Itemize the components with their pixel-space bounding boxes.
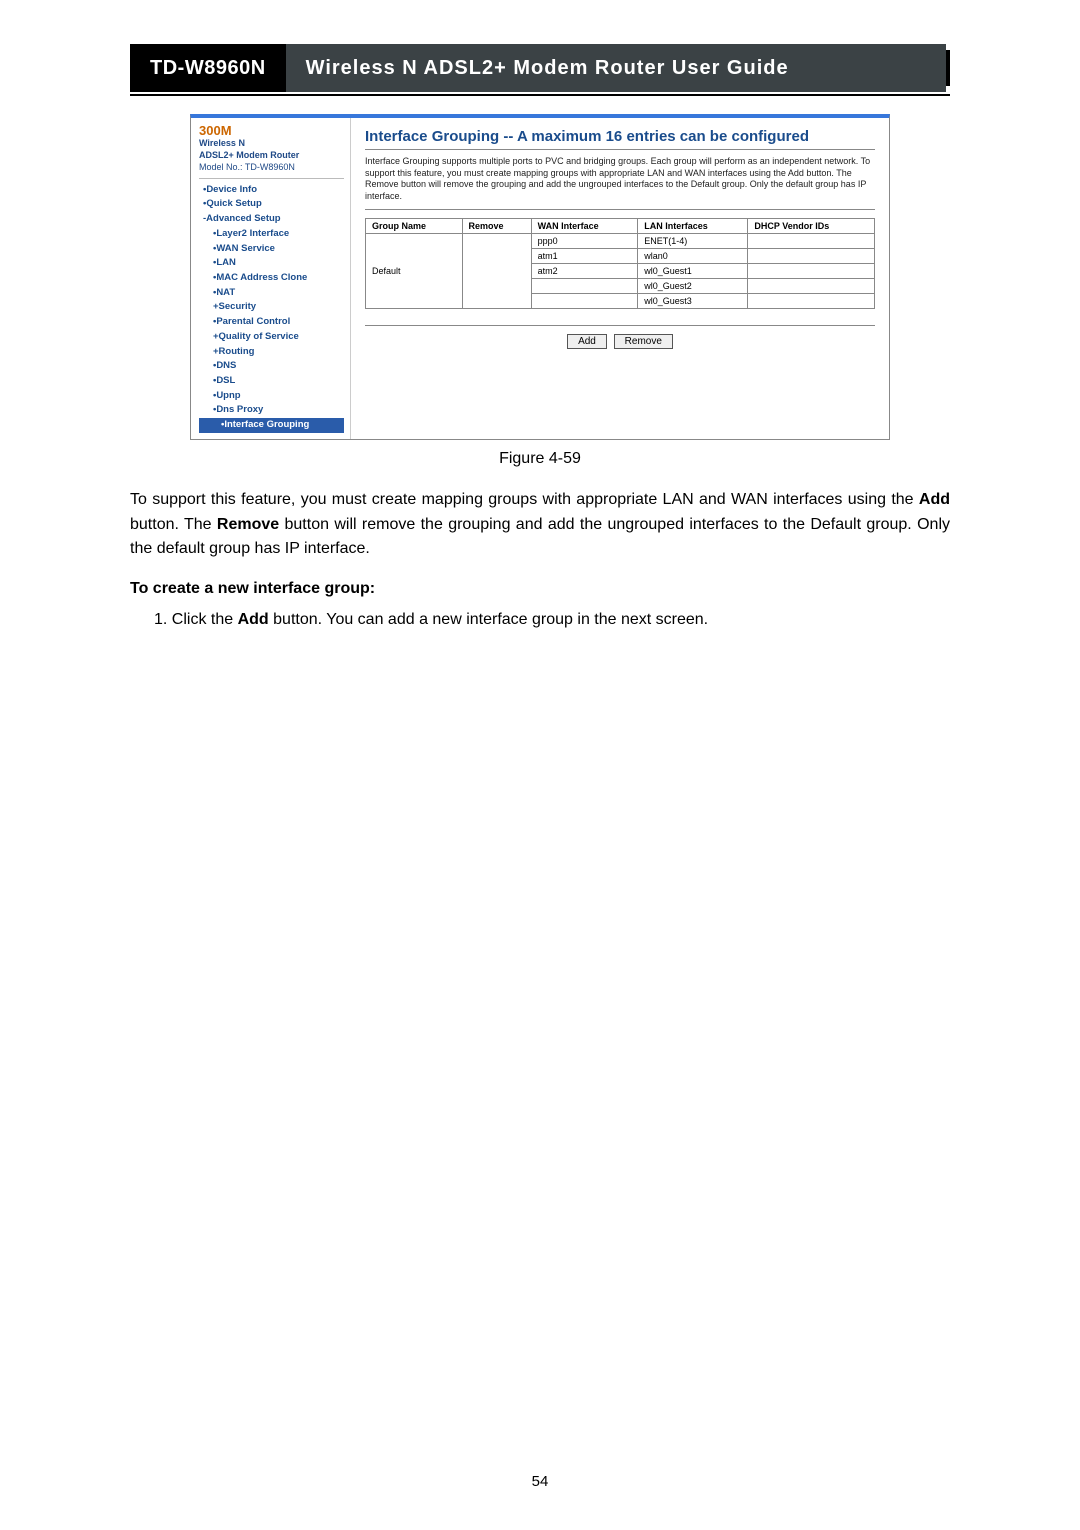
brand-model: Model No.: TD-W8960N <box>199 162 344 179</box>
brand-line2: Wireless N <box>199 138 344 150</box>
sidebar-item[interactable]: -Advanced Setup <box>199 212 344 227</box>
sidebar-item[interactable]: +Routing <box>199 345 344 360</box>
p1-remove-bold: Remove <box>217 516 279 533</box>
table-header: WAN Interface <box>531 218 638 233</box>
interface-group-table: Group NameRemoveWAN InterfaceLAN Interfa… <box>365 218 875 309</box>
figure-intro-text: Interface Grouping supports multiple por… <box>365 156 875 210</box>
sidebar-item[interactable]: •NAT <box>199 286 344 301</box>
router-content: Interface Grouping -- A maximum 16 entri… <box>351 118 889 439</box>
cell-dhcp <box>748 233 875 248</box>
add-button[interactable]: Add <box>567 334 607 349</box>
header-divider <box>130 94 950 96</box>
cell-wan <box>531 293 638 308</box>
step1-b: button. You can add a new interface grou… <box>269 611 708 628</box>
cell-lan: wl0_Guest2 <box>638 278 748 293</box>
brand-300m: 300M <box>199 124 344 138</box>
sidebar-item[interactable]: •Parental Control <box>199 315 344 330</box>
cell-lan: wl0_Guest3 <box>638 293 748 308</box>
sidebar-item[interactable]: •Interface Grouping <box>199 418 344 433</box>
sidebar-nav: •Device Info•Quick Setup-Advanced Setup•… <box>199 183 344 433</box>
sidebar-item[interactable]: •DSL <box>199 374 344 389</box>
cell-wan: atm1 <box>531 248 638 263</box>
cell-dhcp <box>748 293 875 308</box>
sidebar-item[interactable]: •Layer2 Interface <box>199 227 344 242</box>
cell-group-name: Default <box>366 233 463 308</box>
cell-lan: wlan0 <box>638 248 748 263</box>
sidebar-item[interactable]: •Upnp <box>199 389 344 404</box>
sidebar-item[interactable]: •Quick Setup <box>199 197 344 212</box>
sidebar-item[interactable]: •Dns Proxy <box>199 403 344 418</box>
p1-text-a: To support this feature, you must create… <box>130 491 919 508</box>
cell-lan: wl0_Guest1 <box>638 263 748 278</box>
p1-text-b: button. The <box>130 516 217 533</box>
doc-header: TD-W8960N Wireless N ADSL2+ Modem Router… <box>130 50 950 86</box>
table-header: DHCP Vendor IDs <box>748 218 875 233</box>
header-model: TD-W8960N <box>130 44 286 92</box>
figure-caption: Figure 4-59 <box>130 450 950 468</box>
sidebar-item[interactable]: +Quality of Service <box>199 330 344 345</box>
remove-button[interactable]: Remove <box>614 334 673 349</box>
step-1: 1. Click the Add button. You can add a n… <box>154 608 950 633</box>
brand-line3: ADSL2+ Modem Router <box>199 150 344 162</box>
sidebar-item[interactable]: •Device Info <box>199 183 344 198</box>
body-paragraph: To support this feature, you must create… <box>130 488 950 562</box>
cell-wan: ppp0 <box>531 233 638 248</box>
cell-lan: ENET(1-4) <box>638 233 748 248</box>
cell-dhcp <box>748 278 875 293</box>
cell-remove <box>462 233 531 308</box>
cell-wan <box>531 278 638 293</box>
router-sidebar: 300M Wireless N ADSL2+ Modem Router Mode… <box>191 118 351 439</box>
p1-add-bold: Add <box>919 491 950 508</box>
table-header: Group Name <box>366 218 463 233</box>
table-header: LAN Interfaces <box>638 218 748 233</box>
router-screenshot-figure: 300M Wireless N ADSL2+ Modem Router Mode… <box>190 114 890 440</box>
table-header: Remove <box>462 218 531 233</box>
sidebar-item[interactable]: •LAN <box>199 256 344 271</box>
page-number: 54 <box>130 1473 950 1490</box>
cell-wan: atm2 <box>531 263 638 278</box>
sidebar-item[interactable]: •DNS <box>199 359 344 374</box>
step1-add-bold: Add <box>238 611 269 628</box>
table-row: Defaultppp0ENET(1-4) <box>366 233 875 248</box>
sub-heading: To create a new interface group: <box>130 580 950 598</box>
step1-a: 1. Click the <box>154 611 238 628</box>
figure-page-title: Interface Grouping -- A maximum 16 entri… <box>365 128 875 150</box>
header-title: Wireless N ADSL2+ Modem Router User Guid… <box>286 44 946 92</box>
sidebar-item[interactable]: +Security <box>199 300 344 315</box>
cell-dhcp <box>748 263 875 278</box>
cell-dhcp <box>748 248 875 263</box>
sidebar-item[interactable]: •MAC Address Clone <box>199 271 344 286</box>
figure-button-row: Add Remove <box>365 325 875 349</box>
sidebar-item[interactable]: •WAN Service <box>199 242 344 257</box>
